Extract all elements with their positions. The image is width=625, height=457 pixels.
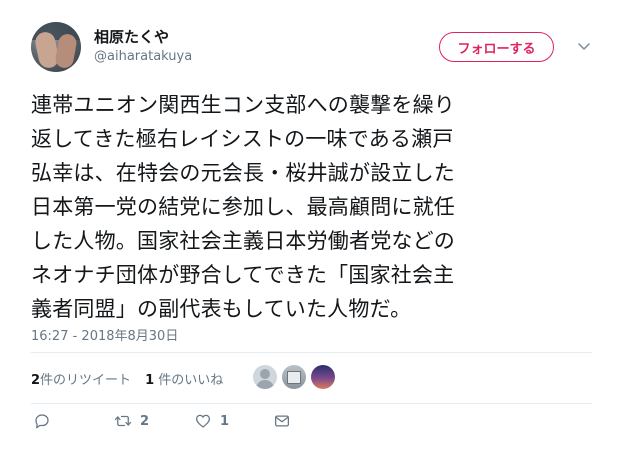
tweet-timestamp[interactable]: 16:27 - 2018年8月30日 bbox=[31, 325, 178, 344]
direct-message-icon bbox=[274, 415, 290, 427]
heart-icon bbox=[195, 414, 211, 428]
retweets-label: 件のリツイート bbox=[40, 373, 132, 388]
direct-message-button[interactable] bbox=[273, 412, 291, 430]
retweets-stat[interactable]: 2件のリツイート bbox=[31, 369, 131, 388]
tweet-text: 連帯ユニオン関西生コン支部への襲撃を繰り 返してきた極右レイシストの一味である瀬… bbox=[31, 93, 455, 321]
liker-avatar[interactable] bbox=[282, 365, 306, 389]
liker-avatar[interactable] bbox=[311, 365, 335, 389]
follow-button[interactable]: フォローする bbox=[439, 32, 554, 62]
tweet-stats: 2件のリツイート 1 件のいいね bbox=[31, 369, 223, 388]
reply-icon bbox=[35, 414, 49, 429]
likes-count: 1 bbox=[145, 373, 155, 388]
divider bbox=[31, 403, 592, 404]
chevron-down-icon[interactable] bbox=[576, 38, 592, 54]
author-display-name[interactable]: 相原たくや bbox=[94, 26, 169, 47]
divider bbox=[31, 352, 592, 353]
liker-avatar[interactable] bbox=[253, 365, 277, 389]
retweets-count: 2 bbox=[31, 373, 41, 388]
retweet-count: 2 bbox=[140, 413, 150, 429]
author-avatar[interactable] bbox=[31, 22, 81, 72]
likes-stat[interactable]: 1 件のいいね bbox=[145, 369, 223, 388]
tweet-actions: 2 1 bbox=[31, 412, 331, 434]
retweet-button[interactable]: 2 bbox=[114, 412, 149, 430]
retweet-icon bbox=[114, 415, 132, 427]
likers-avatars bbox=[253, 365, 340, 389]
likes-label: 件のいいね bbox=[158, 373, 224, 388]
reply-button[interactable] bbox=[33, 412, 51, 430]
like-button[interactable]: 1 bbox=[194, 412, 229, 430]
author-handle[interactable]: @aiharatakuya bbox=[94, 49, 192, 64]
like-count: 1 bbox=[220, 413, 230, 429]
follow-button-label: フォローする bbox=[457, 41, 536, 57]
